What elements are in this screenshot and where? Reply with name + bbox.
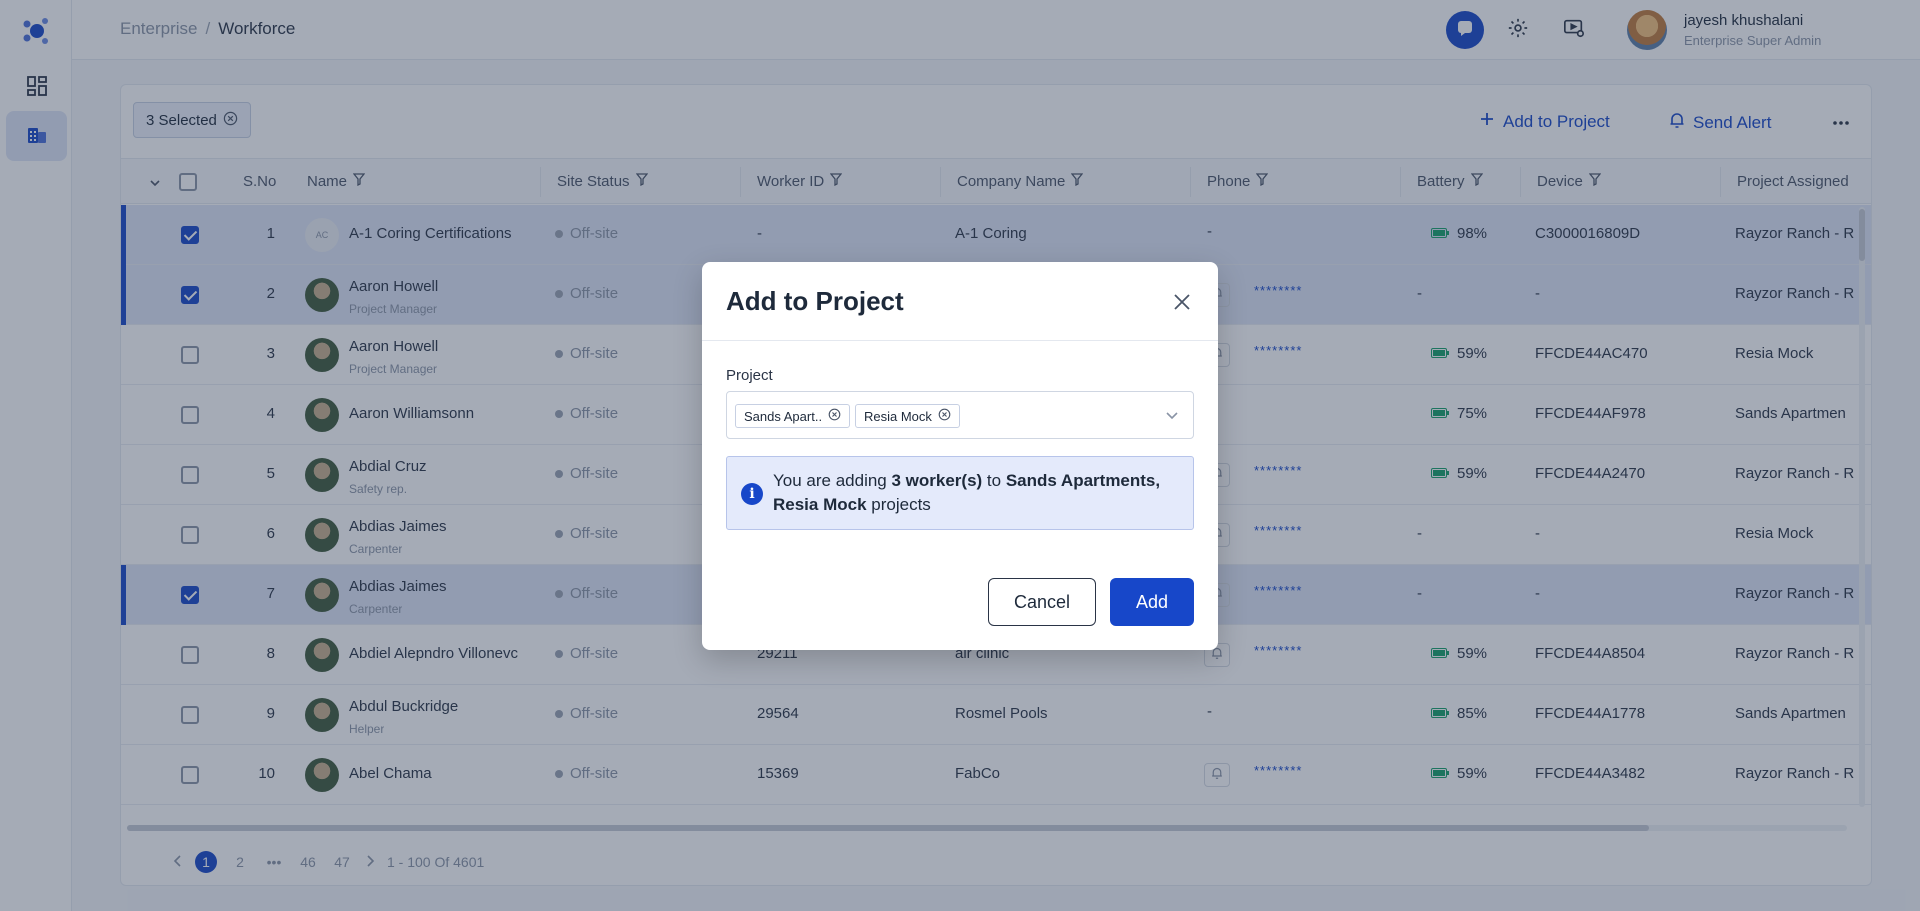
project-field-label: Project (726, 367, 773, 384)
chevron-down-icon[interactable] (1165, 408, 1179, 427)
info-mid: to (982, 471, 1006, 490)
project-tag: Resia Mock (855, 404, 960, 428)
remove-tag-icon[interactable] (938, 408, 951, 424)
dialog-title: Add to Project (726, 286, 904, 316)
info-prefix: You are adding (773, 471, 892, 490)
info-worker-count: 3 worker(s) (891, 471, 983, 490)
project-multiselect[interactable]: Sands Apart.. Resia Mock (726, 391, 1194, 439)
project-tag-label: Resia Mock (864, 408, 932, 424)
project-tag-label: Sands Apart.. (744, 408, 823, 424)
info-icon: i (741, 483, 763, 505)
close-icon[interactable] (1168, 288, 1196, 316)
info-banner: i You are adding 3 worker(s) to Sands Ap… (726, 456, 1194, 530)
info-message: You are adding 3 worker(s) to Sands Apar… (773, 469, 1173, 517)
dialog-divider (702, 340, 1218, 341)
info-suffix: projects (866, 495, 931, 514)
remove-tag-icon[interactable] (828, 408, 841, 424)
add-to-project-dialog: Add to Project Project Sands Apart.. Res… (702, 262, 1218, 650)
add-button[interactable]: Add (1110, 578, 1194, 626)
cancel-button[interactable]: Cancel (988, 578, 1096, 626)
project-tag: Sands Apart.. (735, 404, 851, 428)
